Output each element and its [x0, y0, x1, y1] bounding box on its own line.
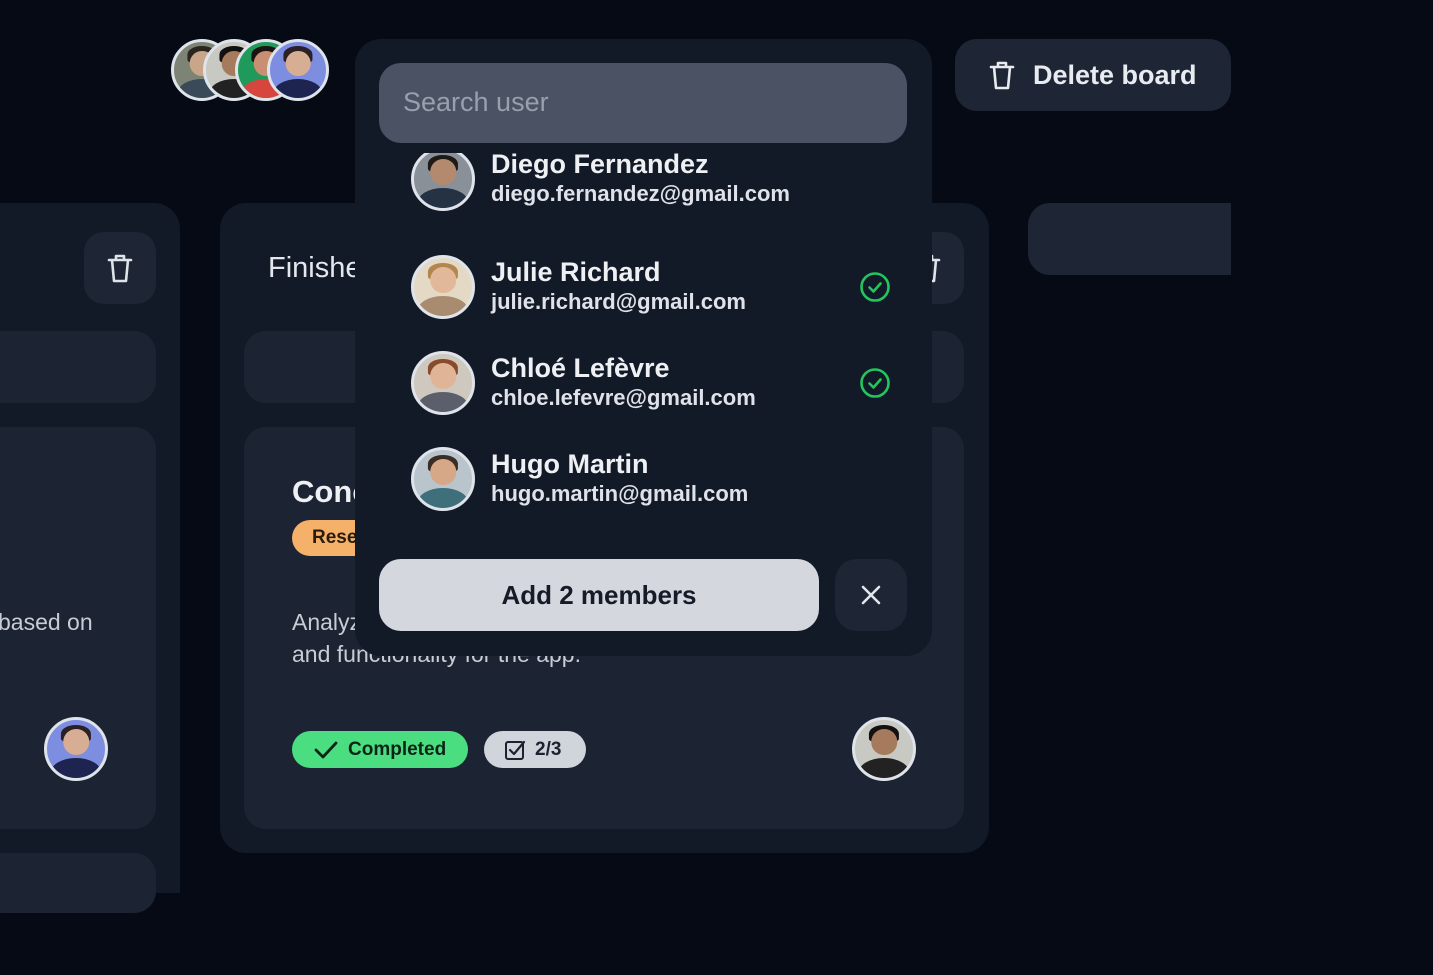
checklist-progress-badge: 2/3: [484, 731, 586, 768]
task-card[interactable]: [0, 853, 156, 913]
user-list[interactable]: Diego Fernandez diego.fernandez@gmail.co…: [355, 153, 932, 549]
check-icon: [314, 741, 338, 758]
delete-board-button[interactable]: Delete board: [955, 39, 1231, 111]
assignee-avatar: [852, 717, 916, 781]
user-email: hugo.martin@gmail.com: [491, 481, 749, 506]
user-name: Chloé Lefèvre: [491, 353, 670, 383]
member-avatar: [267, 39, 329, 101]
user-option[interactable]: Julie Richard julie.richard@gmail.com: [411, 255, 901, 319]
assignee-avatar: [44, 717, 108, 781]
user-email: diego.fernandez@gmail.com: [491, 181, 790, 206]
trash-icon: [107, 254, 133, 283]
user-email: julie.richard@gmail.com: [491, 289, 746, 314]
trash-icon: [989, 61, 1015, 90]
close-icon: [861, 585, 881, 605]
selected-check-icon: [860, 272, 890, 302]
user-avatar: [411, 447, 475, 511]
user-avatar: [411, 153, 475, 211]
search-user-input[interactable]: Search user: [379, 63, 907, 143]
task-card-description: based on: [0, 609, 93, 635]
completed-badge: Completed: [292, 731, 468, 768]
user-name: Hugo Martin: [491, 449, 649, 479]
add-card-button[interactable]: [0, 331, 156, 403]
delete-column-button[interactable]: [84, 232, 156, 304]
user-avatar: [411, 351, 475, 415]
user-option[interactable]: Diego Fernandez diego.fernandez@gmail.co…: [411, 153, 901, 211]
user-name: Diego Fernandez: [491, 153, 709, 179]
user-email: chloe.lefevre@gmail.com: [491, 385, 756, 410]
delete-board-label: Delete board: [1033, 59, 1197, 90]
user-option[interactable]: Chloé Lefèvre chloe.lefevre@gmail.com: [411, 351, 901, 415]
completed-label: Completed: [348, 738, 447, 760]
member-picker-dropdown: Search user Diego Fernandez diego.fernan…: [355, 39, 932, 656]
add-column-button[interactable]: [1028, 203, 1231, 275]
close-button[interactable]: [835, 559, 907, 631]
add-members-button[interactable]: Add 2 members: [379, 559, 819, 631]
selected-check-icon: [860, 368, 890, 398]
task-card-description: Analyz: [292, 609, 362, 635]
user-option[interactable]: Hugo Martin hugo.martin@gmail.com: [411, 447, 901, 511]
checklist-count: 2/3: [535, 738, 562, 760]
checkbox-icon: [505, 740, 526, 760]
user-avatar: [411, 255, 475, 319]
user-name: Julie Richard: [491, 257, 661, 287]
